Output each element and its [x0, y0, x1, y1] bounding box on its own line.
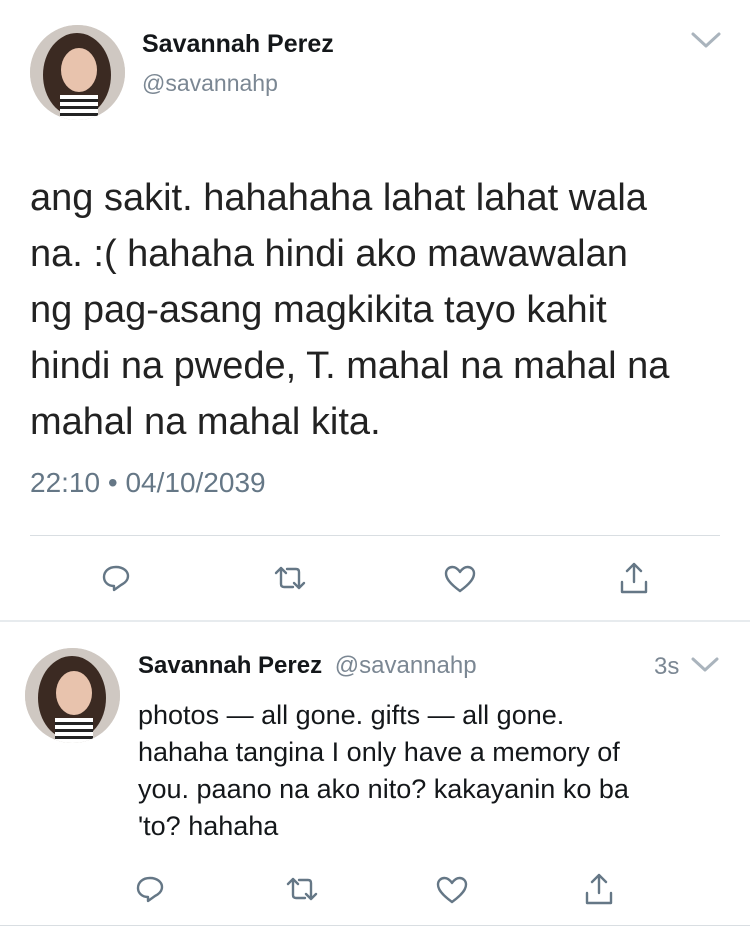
retweet-icon[interactable]: [285, 875, 319, 903]
reply-handle[interactable]: @savannahp: [335, 652, 477, 679]
tweet-time: 22:10: [30, 467, 101, 498]
tweet-timestamp: 22:10 • 04/10/2039: [30, 467, 266, 499]
chevron-down-icon[interactable]: [690, 656, 720, 679]
reply-text-line: you. paano na ako nito? kakayanin ko ba: [138, 774, 629, 804]
heart-icon[interactable]: [444, 564, 476, 594]
share-icon[interactable]: [584, 871, 614, 907]
retweet-icon[interactable]: [273, 564, 307, 592]
tweet-text-line: na. :( hahaha hindi ako mawawalan: [30, 233, 628, 275]
main-avatar[interactable]: [30, 25, 125, 120]
bottom-divider: [0, 925, 750, 926]
reply-header: Savannah Perez @savannahp: [138, 652, 477, 680]
reply-text: photos — all gone. gifts — all gone. hah…: [138, 697, 738, 845]
reply-text-line: 'to? hahaha: [138, 811, 279, 841]
main-handle[interactable]: @savannahp: [142, 70, 278, 97]
main-tweet-text: ang sakit. hahahaha lahat lahat wala na.…: [30, 170, 730, 450]
heart-icon[interactable]: [436, 875, 468, 905]
tweet-text-line: hindi na pwede, T. mahal na mahal na: [30, 345, 670, 387]
reply-age: 3s: [654, 653, 680, 680]
reply-icon[interactable]: [101, 563, 131, 593]
tweet-text-line: ang sakit. hahahaha lahat lahat wala: [30, 177, 647, 219]
separator-dot: •: [107, 467, 118, 498]
main-author-name[interactable]: Savannah Perez: [142, 30, 334, 59]
reply-avatar[interactable]: [25, 648, 120, 743]
share-icon[interactable]: [619, 560, 649, 596]
tweet-date: 04/10/2039: [125, 467, 266, 498]
divider: [30, 535, 720, 536]
reply-author-name[interactable]: Savannah Perez: [138, 652, 322, 679]
tweet-text-line: ng pag-asang magkikita tayo kahit: [30, 289, 607, 331]
chevron-down-icon[interactable]: [690, 30, 722, 55]
reply-text-line: hahaha tangina I only have a memory of: [138, 737, 620, 767]
reply-text-line: photos — all gone. gifts — all gone.: [138, 700, 565, 730]
reply-icon[interactable]: [135, 874, 165, 904]
section-divider: [0, 620, 750, 622]
tweet-text-line: mahal na mahal kita.: [30, 401, 381, 443]
